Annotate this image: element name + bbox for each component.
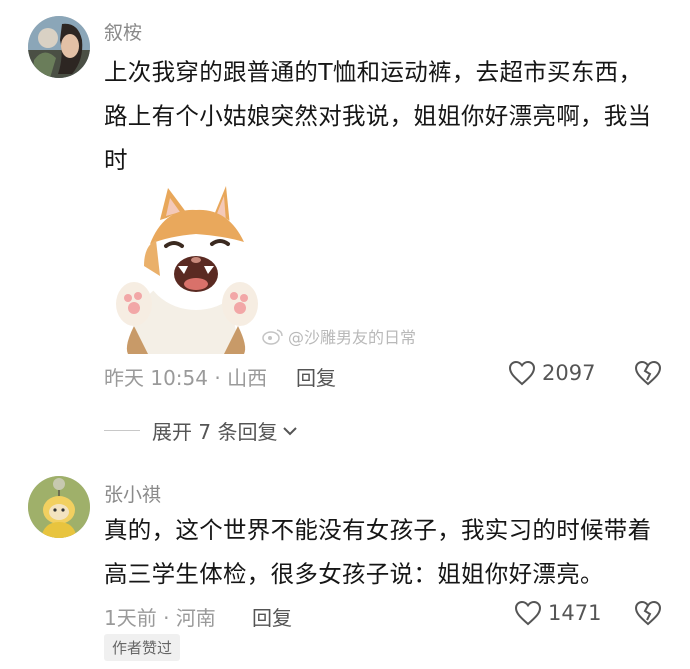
- heart-outline-icon: [508, 360, 536, 386]
- weibo-logo-icon: [262, 329, 283, 345]
- heart-outline-icon: [514, 600, 542, 626]
- divider: [104, 430, 140, 431]
- comment-location: 河南: [175, 606, 216, 630]
- avatar-image: [28, 16, 90, 78]
- avatar-image: [28, 476, 90, 538]
- comment-text: 真的，这个世界不能没有女孩子，我实习的时候带着高三学生体检，很多女孩子说：姐姐你…: [104, 516, 652, 588]
- like-count: 1471: [548, 601, 602, 625]
- expand-replies-button[interactable]: 展开 7 条回复: [104, 416, 299, 445]
- avatar[interactable]: [28, 16, 90, 78]
- author-liked-badge: 作者赞过: [104, 634, 181, 661]
- watermark: @沙雕男友的日常: [262, 324, 416, 348]
- comment-location: 山西: [227, 366, 268, 390]
- username[interactable]: 张小祺: [104, 480, 161, 507]
- like-count: 2097: [542, 361, 596, 385]
- like-button[interactable]: 2097: [508, 360, 595, 386]
- chevron-down-icon: [283, 426, 298, 435]
- comment-time: 昨天 10:54: [104, 366, 208, 390]
- reply-button[interactable]: 回复: [252, 602, 292, 631]
- dislike-button[interactable]: [634, 360, 662, 390]
- broken-heart-icon: [634, 360, 662, 386]
- avatar[interactable]: [28, 476, 90, 538]
- watermark-text: @沙雕男友的日常: [288, 328, 417, 347]
- meta-separator: ·: [214, 366, 221, 390]
- meta-separator: ·: [163, 606, 170, 630]
- cat-sticker-image[interactable]: [104, 186, 264, 354]
- comment-text: 上次我穿的跟普通的T恤和运动裤，去超市买东西，路上有个小姑娘突然对我说，姐姐你好…: [104, 58, 652, 174]
- expand-replies-label: 展开 7 条回复: [152, 420, 278, 444]
- comment-meta: 昨天 10:54 · 山西: [104, 362, 267, 391]
- reply-button[interactable]: 回复: [296, 362, 336, 391]
- dislike-button[interactable]: [634, 600, 662, 630]
- username[interactable]: 叙桉: [104, 18, 142, 45]
- comment-meta: 1天前 · 河南: [104, 602, 216, 631]
- comment-time: 1天前: [104, 606, 157, 630]
- broken-heart-icon: [634, 600, 662, 626]
- like-button[interactable]: 1471: [514, 600, 601, 626]
